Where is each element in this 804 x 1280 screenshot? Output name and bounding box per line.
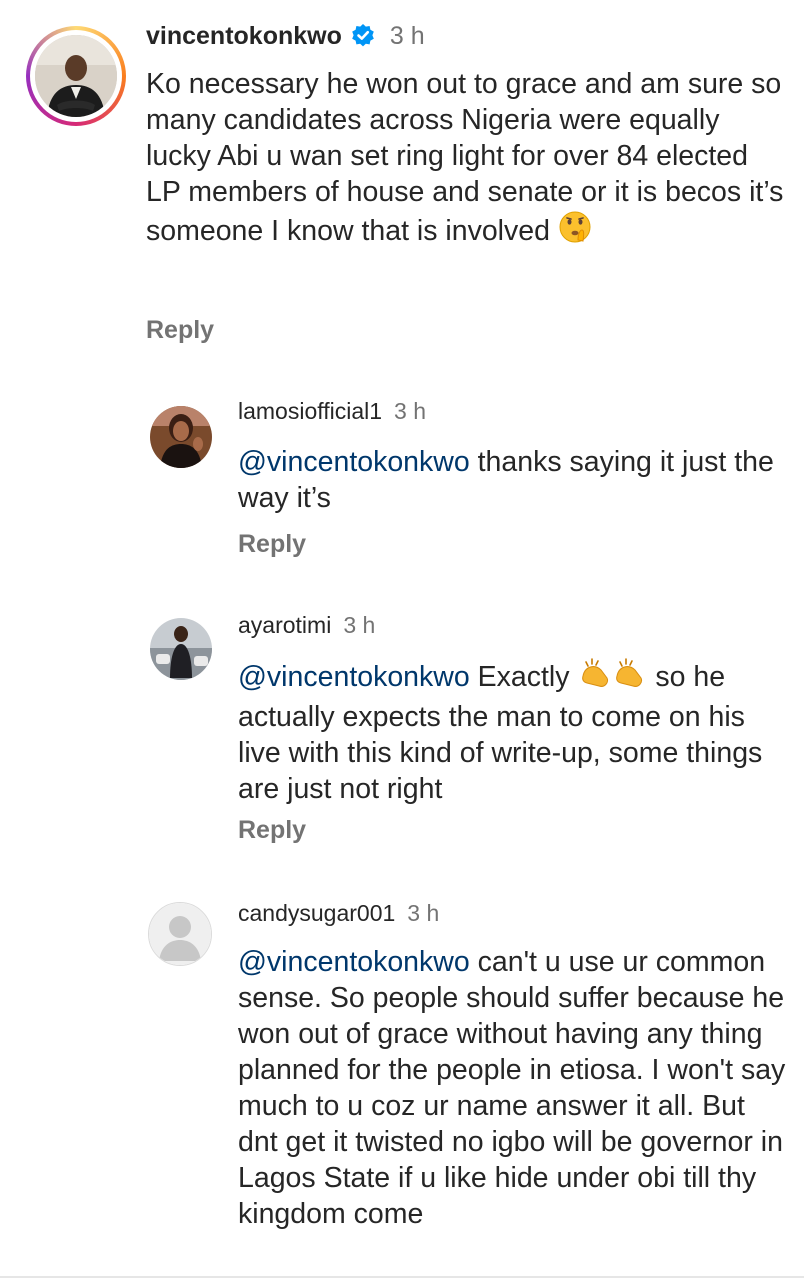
- comment-vincentokonkwo: vincentokonkwo 3 h Ko necessary he won o…: [0, 0, 804, 360]
- username[interactable]: candysugar001: [238, 900, 395, 927]
- username[interactable]: lamosiofficial1: [238, 398, 382, 425]
- avatar[interactable]: [150, 618, 212, 680]
- comment-lamosiofficial1: lamosiofficial1 3 h @vincentokonkwo than…: [0, 380, 804, 580]
- username[interactable]: vincentokonkwo: [146, 22, 342, 51]
- avatar[interactable]: [150, 406, 212, 468]
- avatar[interactable]: [35, 35, 117, 117]
- mention-link[interactable]: @vincentokonkwo: [238, 446, 470, 478]
- timestamp: 3 h: [394, 397, 427, 424]
- comment-text: Ko necessary he won out to grace and am …: [146, 66, 786, 253]
- comment-body: can't u use ur common sense. So people s…: [238, 946, 786, 1230]
- comment-header: ayarotimi 3 h: [238, 610, 375, 640]
- comment-candysugar001: candysugar001 3 h @vincentokonkwo can't …: [0, 880, 804, 1280]
- divider: [0, 1276, 804, 1278]
- comment-text: @vincentokonkwo Exactly so he actually e…: [238, 656, 786, 807]
- verified-badge-icon: [350, 23, 376, 49]
- timestamp: 3 h: [343, 611, 376, 638]
- comment-text: @vincentokonkwo thanks saying it just th…: [238, 444, 786, 516]
- comment-text: @vincentokonkwo can't u use ur common se…: [238, 944, 790, 1232]
- timestamp: 3 h: [389, 21, 425, 50]
- shushing-face-emoji-icon: [558, 210, 592, 253]
- clapping-hands-emoji-icon: [577, 656, 647, 699]
- timestamp: 3 h: [407, 899, 440, 926]
- username[interactable]: ayarotimi: [238, 612, 331, 639]
- mention-link[interactable]: @vincentokonkwo: [238, 661, 470, 693]
- comment-body-before: Exactly: [469, 661, 578, 693]
- comment-header: candysugar001 3 h: [238, 898, 439, 928]
- mention-link[interactable]: @vincentokonkwo: [238, 946, 470, 978]
- comment-ayarotimi: ayarotimi 3 h @vincentokonkwo Exactly so…: [0, 594, 804, 864]
- comment-body: Ko necessary he won out to grace and am …: [146, 68, 784, 247]
- avatar[interactable]: [148, 902, 212, 966]
- reply-button[interactable]: Reply: [146, 316, 214, 345]
- reply-button[interactable]: Reply: [238, 530, 306, 559]
- story-ring[interactable]: [26, 26, 126, 126]
- reply-button[interactable]: Reply: [238, 816, 306, 845]
- comment-header: lamosiofficial1 3 h: [238, 396, 426, 426]
- comment-header: vincentokonkwo 3 h: [146, 20, 425, 52]
